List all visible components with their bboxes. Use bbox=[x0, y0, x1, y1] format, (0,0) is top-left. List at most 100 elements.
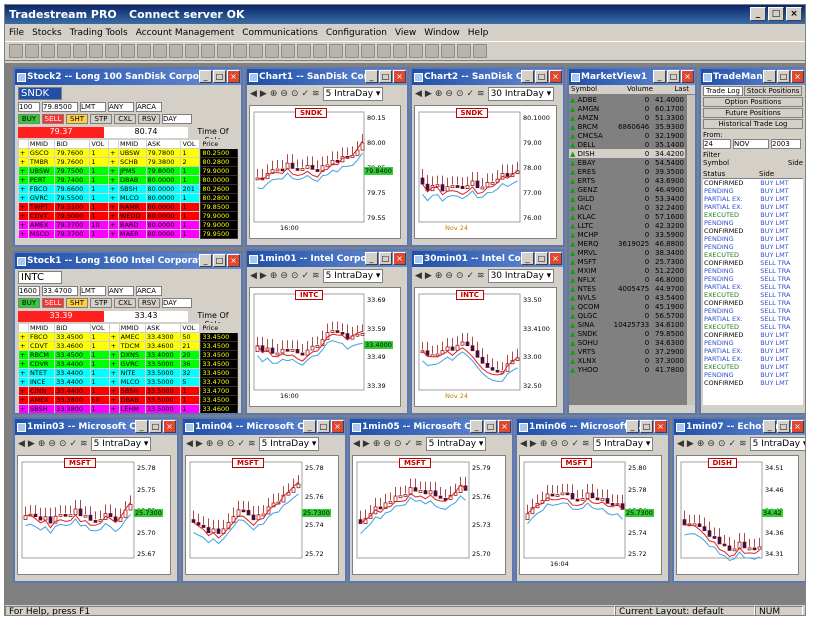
table-row[interactable]: PARTIAL EX. BUY LMT bbox=[703, 355, 803, 363]
minimize-icon[interactable]: _ bbox=[763, 70, 776, 83]
list-item[interactable]: ▲ CMCSA 0 32.1900 bbox=[569, 131, 685, 140]
minimize-icon[interactable]: _ bbox=[521, 70, 534, 83]
toolbar-button-icon[interactable] bbox=[265, 44, 279, 58]
studies-icon[interactable]: ≋ bbox=[415, 439, 423, 449]
zoom-out-icon[interactable]: ⊖ bbox=[383, 439, 391, 449]
maximize-icon[interactable]: □ bbox=[777, 420, 790, 433]
check-icon[interactable]: ✓ bbox=[466, 271, 474, 281]
menu-stocks[interactable]: Stocks bbox=[28, 28, 66, 38]
toolbar-button-icon[interactable] bbox=[89, 44, 103, 58]
short-button[interactable]: SHT bbox=[66, 298, 88, 308]
table-row[interactable]: PARTIAL EX. SELL TRA bbox=[703, 283, 803, 291]
forward-icon[interactable]: ▶ bbox=[363, 439, 370, 449]
maximize-icon[interactable]: □ bbox=[535, 70, 548, 83]
period-select[interactable]: 5 IntraDay ▾ bbox=[90, 437, 152, 451]
maximize-icon[interactable]: □ bbox=[379, 252, 392, 265]
col-side[interactable]: Side bbox=[759, 170, 774, 178]
minimize-icon[interactable]: _ bbox=[653, 70, 666, 83]
chart-plot-area[interactable]: SNDK80.1580.0079.8579.7579.5579.840016:0… bbox=[249, 105, 401, 239]
period-select[interactable]: 5 IntraDay ▾ bbox=[322, 87, 384, 101]
toolbar-button-icon[interactable] bbox=[9, 44, 23, 58]
list-item[interactable]: ▲ YHOO 0 41.7800 bbox=[569, 365, 685, 374]
back-icon[interactable]: ◀ bbox=[18, 439, 25, 449]
maximize-icon[interactable]: □ bbox=[640, 420, 653, 433]
toolbar-button-icon[interactable] bbox=[441, 44, 455, 58]
studies-icon[interactable]: ≋ bbox=[80, 439, 88, 449]
list-item[interactable]: ▲ GILD 0 53.3400 bbox=[569, 194, 685, 203]
tab-stock-positions[interactable]: Stock Positions bbox=[743, 86, 803, 96]
zoom-in-icon[interactable]: ⊕ bbox=[270, 89, 278, 99]
maximize-icon[interactable]: □ bbox=[213, 254, 226, 267]
chart-plot-area[interactable]: DISH34.5134.4634.4134.3634.3134.42 bbox=[676, 455, 799, 575]
zoom-out-icon[interactable]: ⊖ bbox=[216, 439, 224, 449]
zoom-reset-icon[interactable]: ⊙ bbox=[59, 439, 67, 449]
back-icon[interactable]: ◀ bbox=[186, 439, 193, 449]
close-icon[interactable]: × bbox=[163, 420, 176, 433]
list-item[interactable]: ▲ AMGN 0 60.1700 bbox=[569, 104, 685, 113]
month-select[interactable]: NOV bbox=[733, 139, 769, 149]
table-row[interactable]: CONFIRMED SELL TRA bbox=[703, 299, 803, 307]
list-item[interactable]: ▲ ADBE 0 41.4000 bbox=[569, 95, 685, 104]
period-select[interactable]: 5 IntraDay ▾ bbox=[749, 437, 805, 451]
toolbar-button-icon[interactable] bbox=[41, 44, 55, 58]
forward-icon[interactable]: ▶ bbox=[687, 439, 694, 449]
table-row[interactable]: PARTIAL EX. BUY LMT bbox=[703, 347, 803, 355]
table-row[interactable]: PENDING SELL TRA bbox=[703, 307, 803, 315]
minimize-icon[interactable]: _ bbox=[626, 420, 639, 433]
check-icon[interactable]: ✓ bbox=[728, 439, 736, 449]
minimize-icon[interactable]: _ bbox=[365, 252, 378, 265]
studies-icon[interactable]: ≋ bbox=[312, 89, 320, 99]
any-select[interactable]: ANY bbox=[108, 286, 134, 296]
zoom-reset-icon[interactable]: ⊙ bbox=[291, 271, 299, 281]
table-row[interactable]: + GSCO 79.7600 1 + UBSW 79.7800 1 bbox=[18, 148, 201, 158]
check-icon[interactable]: ✓ bbox=[404, 439, 412, 449]
list-item[interactable]: ▲ AMZN 0 51.3300 bbox=[569, 113, 685, 122]
table-row[interactable]: PENDING BUY LMT bbox=[703, 243, 803, 251]
zoom-in-icon[interactable]: ⊕ bbox=[435, 271, 443, 281]
toolbar-button-icon[interactable] bbox=[281, 44, 295, 58]
table-row[interactable]: + CDVT 33.4600 1 + TDCM 33.4600 21 bbox=[17, 341, 201, 351]
list-item[interactable]: ▲ DELL 0 35.1400 bbox=[569, 140, 685, 149]
list-item[interactable]: ▲ ERTS 0 43.6900 bbox=[569, 176, 685, 185]
sell-button[interactable]: SELL bbox=[42, 298, 64, 308]
menu-trading-tools[interactable]: Trading Tools bbox=[66, 28, 132, 38]
list-item[interactable]: ▲ MSFT 0 25.7300 bbox=[569, 257, 685, 266]
table-row[interactable]: + CINN 33.4400 1 + SBSH 33.5000 1 bbox=[17, 386, 201, 396]
zoom-in-icon[interactable]: ⊕ bbox=[697, 439, 705, 449]
table-row[interactable]: PENDING SELL TRA bbox=[703, 267, 803, 275]
list-item[interactable]: ▲ VRTS 0 37.2900 bbox=[569, 347, 685, 356]
zoom-in-icon[interactable]: ⊕ bbox=[373, 439, 381, 449]
period-select[interactable]: 30 IntraDay ▾ bbox=[487, 87, 555, 101]
maximize-button[interactable]: □ bbox=[768, 7, 784, 21]
close-icon[interactable]: × bbox=[331, 420, 344, 433]
minimize-icon[interactable]: _ bbox=[303, 420, 316, 433]
maximize-icon[interactable]: □ bbox=[379, 70, 392, 83]
table-row[interactable]: + GVRC 79.5500 1 + MLCO 80.0000 1 bbox=[18, 193, 201, 203]
close-icon[interactable]: × bbox=[393, 252, 406, 265]
table-row[interactable]: + AMEX 79.3700 10 + BARD 80.0000 1 bbox=[18, 220, 201, 230]
zoom-reset-icon[interactable]: ⊙ bbox=[227, 439, 235, 449]
zoom-reset-icon[interactable]: ⊙ bbox=[456, 271, 464, 281]
maximize-icon[interactable]: □ bbox=[777, 70, 790, 83]
toolbar-button-icon[interactable] bbox=[361, 44, 375, 58]
back-icon[interactable]: ◀ bbox=[677, 439, 684, 449]
zoom-in-icon[interactable]: ⊕ bbox=[540, 439, 548, 449]
close-icon[interactable]: × bbox=[549, 252, 562, 265]
maximize-icon[interactable]: □ bbox=[667, 70, 680, 83]
toolbar-button-icon[interactable] bbox=[409, 44, 423, 58]
forward-icon[interactable]: ▶ bbox=[260, 89, 267, 99]
table-row[interactable]: PARTIAL EX. BUY LMT bbox=[703, 203, 803, 211]
table-row[interactable]: PENDING BUY LMT bbox=[703, 235, 803, 243]
table-row[interactable]: + INCE 33.4400 1 + MLCO 33.5000 5 bbox=[17, 377, 201, 387]
toolbar-button-icon[interactable] bbox=[345, 44, 359, 58]
maximize-icon[interactable]: □ bbox=[149, 420, 162, 433]
table-row[interactable]: + MSCO 79.3700 1 + MAER 80.0000 1 bbox=[18, 229, 201, 239]
table-row[interactable]: CONFIRMED BUY LMT bbox=[703, 227, 803, 235]
zoom-reset-icon[interactable]: ⊙ bbox=[561, 439, 569, 449]
tab-trade-log[interactable]: Trade Log bbox=[703, 86, 743, 96]
close-icon[interactable]: × bbox=[791, 420, 804, 433]
list-item[interactable]: ▲ NTES 4005475 44.9700 bbox=[569, 284, 685, 293]
maximize-icon[interactable]: □ bbox=[535, 252, 548, 265]
list-item[interactable]: ▲ EBAY 0 54.5400 bbox=[569, 158, 685, 167]
toolbar-button-icon[interactable] bbox=[425, 44, 439, 58]
